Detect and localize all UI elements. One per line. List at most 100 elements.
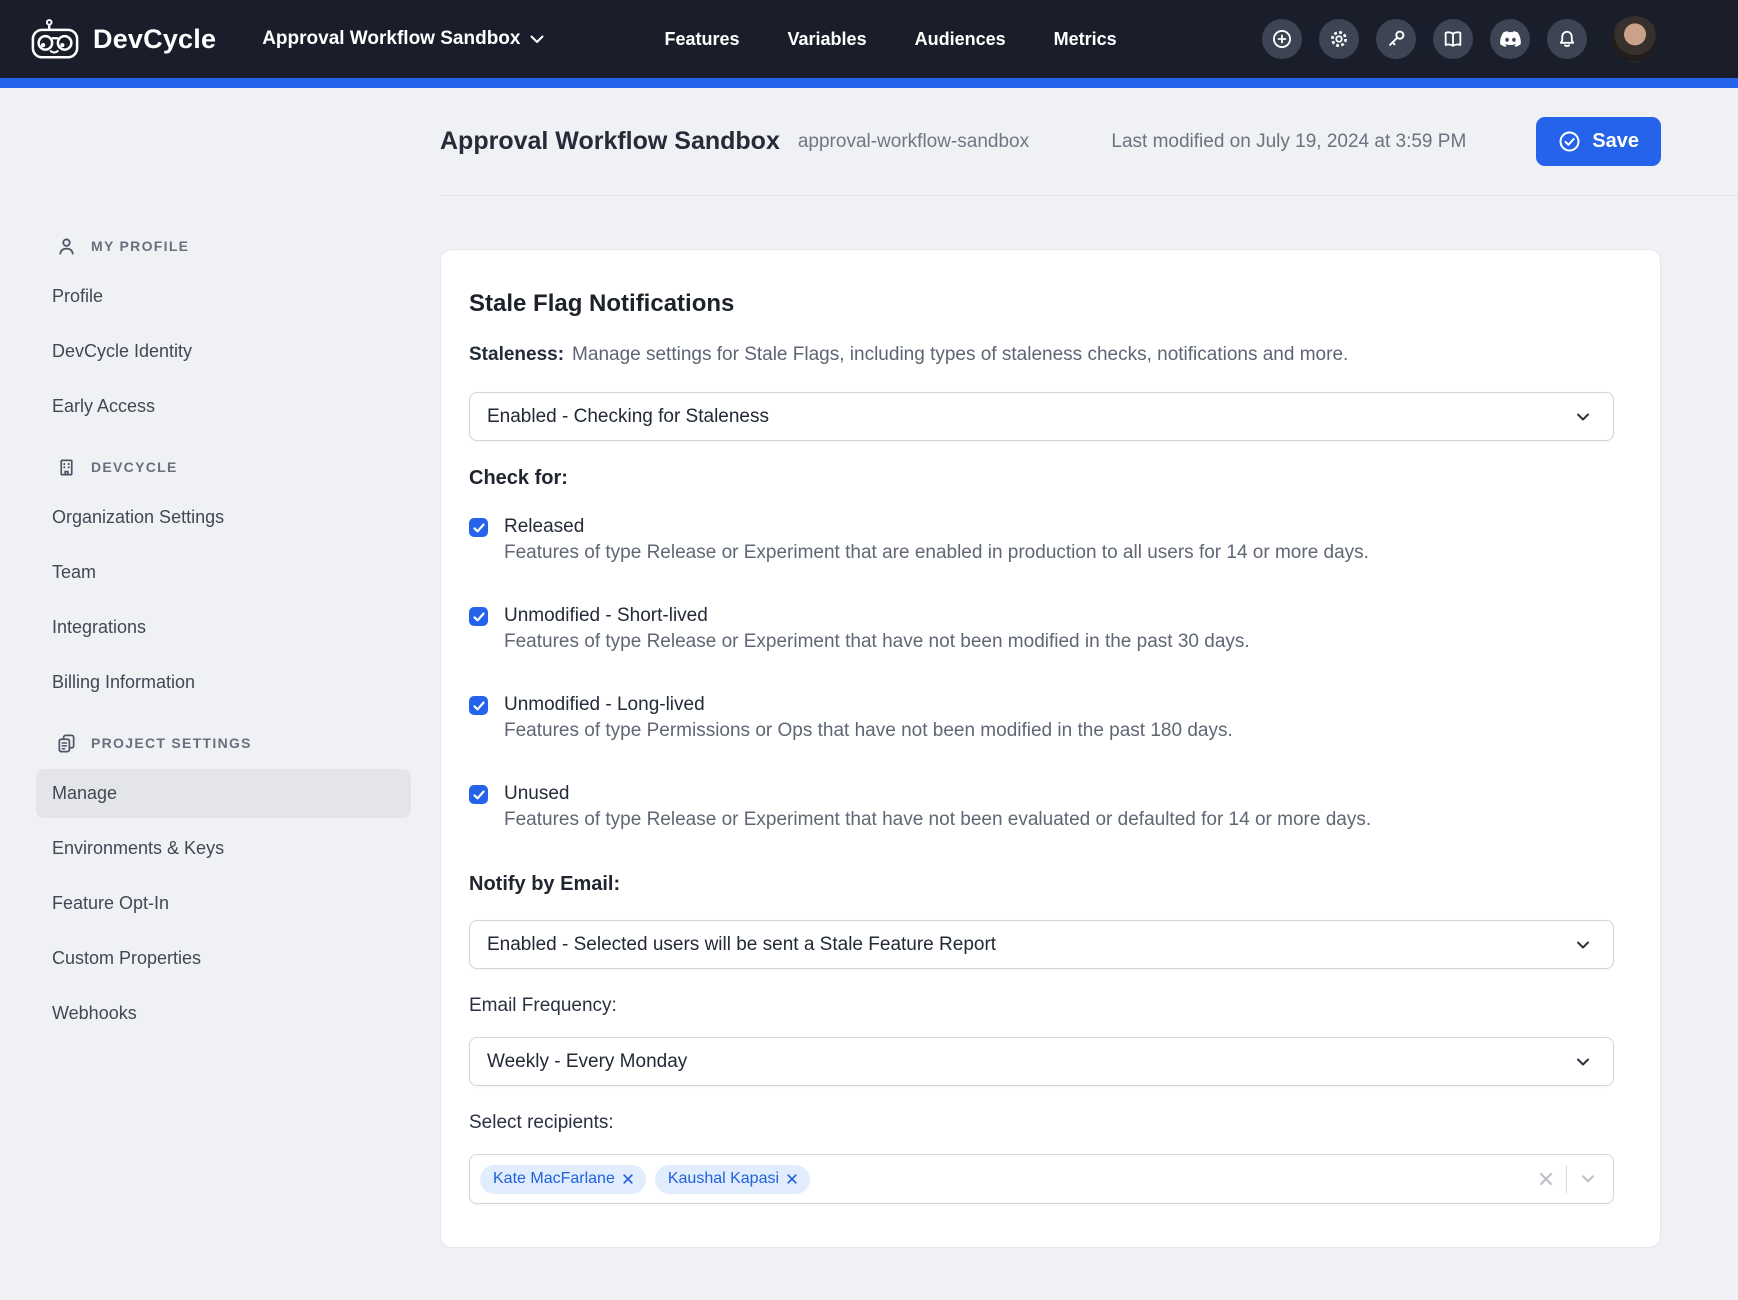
check-row-text: Unused Features of type Release or Exper… [504,781,1371,833]
staleness-label: Staleness: [469,344,564,365]
chevron-down-icon [1573,407,1593,427]
sidebar-item-devcycle-identity[interactable]: DevCycle Identity [36,327,411,376]
sidebar-section-devcycle: DEVCYCLE Organization Settings Team Inte… [36,455,411,707]
stale-flag-notifications-card: Stale Flag Notifications Staleness:Manag… [440,249,1661,1248]
user-avatar[interactable] [1612,16,1658,62]
recipients-controls [1538,1165,1597,1193]
check-title: Released [504,514,1369,540]
recipient-chip: Kate MacFarlane [480,1165,646,1194]
email-frequency-select[interactable]: Weekly - Every Monday [469,1037,1614,1086]
project-selector[interactable]: Approval Workflow Sandbox [262,28,544,50]
check-desc: Features of type Release or Experiment t… [504,540,1369,566]
devcycle-brand[interactable]: DevCycle [30,17,216,61]
sidebar-heading-label: DEVCYCLE [91,459,178,475]
sidebar-item-feature-opt-in[interactable]: Feature Opt-In [36,879,411,928]
check-icon [473,701,485,711]
remove-recipient-icon[interactable] [623,1174,633,1184]
sidebar-section-my-profile: MY PROFILE Profile DevCycle Identity Ear… [36,234,411,431]
check-row-unmodified-long-lived: Unmodified - Long-lived Features of type… [469,692,1614,744]
notify-by-email-select[interactable]: Enabled - Selected users will be sent a … [469,920,1614,969]
bell-icon [1556,28,1578,50]
docs-button[interactable] [1433,19,1473,59]
page-slug: approval-workflow-sandbox [798,131,1029,153]
person-icon [56,236,77,257]
sidebar-item-billing-information[interactable]: Billing Information [36,658,411,707]
staleness-select[interactable]: Enabled - Checking for Staleness [469,392,1614,441]
book-icon [1442,28,1464,50]
discord-icon [1499,30,1522,48]
page: DevCycle Approval Workflow Sandbox Featu… [0,0,1738,1300]
sidebar-item-early-access[interactable]: Early Access [36,382,411,431]
recipient-chip: Kaushal Kapasi [655,1165,810,1194]
chevron-down-icon[interactable] [1579,1170,1597,1188]
settings-button[interactable] [1319,19,1359,59]
check-desc: Features of type Release or Experiment t… [504,807,1371,833]
controls-divider [1566,1165,1567,1193]
sidebar-item-webhooks[interactable]: Webhooks [36,989,411,1038]
staleness-desc-text: Manage settings for Stale Flags, includi… [572,344,1348,365]
api-keys-button[interactable] [1376,19,1416,59]
sidebar-item-integrations[interactable]: Integrations [36,603,411,652]
check-row-text: Unmodified - Short-lived Features of typ… [504,603,1250,655]
remove-recipient-icon[interactable] [787,1174,797,1184]
notify-select-value: Enabled - Selected users will be sent a … [487,934,996,956]
released-checkbox[interactable] [469,518,488,537]
check-icon [473,523,485,533]
recipient-name: Kaushal Kapasi [668,1170,779,1188]
clear-all-icon[interactable] [1538,1171,1554,1187]
recipients-multiselect[interactable]: Kate MacFarlane Kaushal Kapasi [469,1154,1614,1204]
notify-by-email-label: Notify by Email: [469,873,1614,896]
unused-checkbox[interactable] [469,785,488,804]
unmodified-long-lived-checkbox[interactable] [469,696,488,715]
sidebar-section-heading: DEVCYCLE [36,455,411,479]
sidebar-item-team[interactable]: Team [36,548,411,597]
staleness-description: Staleness: Manage settings for Stale Flag… [469,342,1614,368]
check-circle-icon [1558,130,1581,153]
sidebar-item-organization-settings[interactable]: Organization Settings [36,493,411,542]
settings-sidebar: MY PROFILE Profile DevCycle Identity Ear… [0,88,440,1300]
check-title: Unmodified - Long-lived [504,692,1233,718]
check-row-unused: Unused Features of type Release or Exper… [469,781,1614,833]
email-frequency-label: Email Frequency: [469,995,1614,1017]
nav-metrics[interactable]: Metrics [1054,29,1117,50]
check-desc: Features of type Permissions or Ops that… [504,718,1233,744]
chevron-down-icon [530,35,544,44]
last-modified-text: Last modified on July 19, 2024 at 3:59 P… [1111,131,1466,153]
save-button[interactable]: Save [1536,117,1661,166]
sidebar-heading-label: PROJECT SETTINGS [91,735,252,751]
check-icon [473,612,485,622]
brand-name: DevCycle [93,24,216,55]
email-frequency-value: Weekly - Every Monday [487,1051,687,1073]
gear-icon [1328,28,1350,50]
check-row-released: Released Features of type Release or Exp… [469,514,1614,566]
discord-button[interactable] [1490,19,1530,59]
create-button[interactable] [1262,19,1302,59]
notifications-button[interactable] [1547,19,1587,59]
primary-nav: Features Variables Audiences Metrics [664,29,1116,50]
sidebar-item-custom-properties[interactable]: Custom Properties [36,934,411,983]
nav-icon-buttons [1262,16,1658,62]
building-icon [56,457,77,478]
save-button-label: Save [1592,130,1639,153]
unmodified-short-lived-checkbox[interactable] [469,607,488,626]
page-header: Approval Workflow Sandbox approval-workf… [440,88,1738,196]
nav-audiences[interactable]: Audiences [915,29,1006,50]
check-title: Unmodified - Short-lived [504,603,1250,629]
key-icon [1385,28,1407,50]
check-for-label: Check for: [469,467,1614,490]
sidebar-item-manage[interactable]: Manage [36,769,411,818]
check-icon [473,790,485,800]
nav-features[interactable]: Features [664,29,739,50]
sidebar-item-environments-keys[interactable]: Environments & Keys [36,824,411,873]
project-selector-label: Approval Workflow Sandbox [262,28,520,50]
chevron-down-icon [1573,1052,1593,1072]
clipboard-icon [56,733,77,754]
page-title: Approval Workflow Sandbox [440,127,780,156]
check-row-unmodified-short-lived: Unmodified - Short-lived Features of typ… [469,603,1614,655]
nav-variables[interactable]: Variables [788,29,867,50]
select-recipients-label: Select recipients: [469,1112,1614,1134]
sidebar-item-profile[interactable]: Profile [36,272,411,321]
chevron-down-icon [1573,935,1593,955]
check-row-text: Released Features of type Release or Exp… [504,514,1369,566]
staleness-select-value: Enabled - Checking for Staleness [487,406,769,428]
